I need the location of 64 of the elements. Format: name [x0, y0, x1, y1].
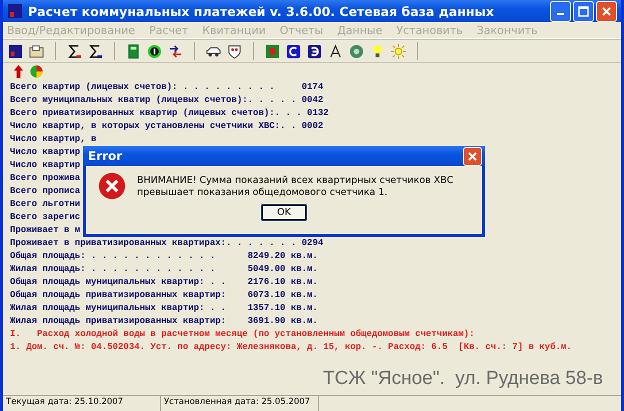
close-icon: [601, 6, 612, 16]
disc-icon[interactable]: [349, 44, 364, 58]
report-value: 8249.20 кв.м.: [248, 250, 318, 263]
arrows-icon[interactable]: [168, 44, 183, 58]
report-label: Всего муниципальных кватир (лицевых счетов):. . . . .: [10, 94, 296, 107]
minimize-button[interactable]: [550, 0, 571, 22]
report-label: Всего прожива: [10, 172, 80, 185]
report-label: Жилая площадь муниципальных квартир: . .: [10, 302, 228, 315]
window-title: Расчет коммунальных платежей v. 3.6.00. Сетевая база данных: [28, 4, 495, 18]
report-label: Число квартир, в которых установлены счетчики ХВС:. .: [10, 120, 296, 133]
up-arrow-icon[interactable]: [11, 64, 26, 78]
maximize-icon: [578, 6, 589, 16]
report-label: Общая площадь приватизированных квартир:: [10, 289, 228, 302]
status-panel: Текущая дата: 25.10.2007: [3, 396, 161, 411]
report-label: Всего зарегис: [10, 211, 80, 224]
report-value: 5049.00 кв.м.: [248, 263, 318, 276]
report-label: Число квартир: [10, 146, 80, 159]
minimize-icon: [557, 13, 564, 15]
report-label: Жилая площадь: . . . . . . . . . . . .: [10, 263, 216, 276]
font-icon[interactable]: [328, 44, 343, 58]
close-button[interactable]: [596, 0, 617, 22]
report-label: Всего квартир (лицевых счетов): . . . . . . . . .: [10, 81, 276, 94]
report-value: 0002: [302, 120, 324, 133]
app-icon: [7, 3, 23, 19]
ok-button[interactable]: OK: [261, 204, 307, 221]
report-value: 0174: [302, 81, 324, 94]
report-note: I. Расход холодной воды в расчетном месяце (по установленным общедомовым счетчикам):: [10, 328, 476, 341]
shield-icon[interactable]: [227, 44, 242, 58]
report-value: 6073.10 кв.м.: [248, 289, 318, 302]
sum-icon[interactable]: [67, 44, 82, 58]
report-label: Жилая площадь приватизированных квартир:: [10, 315, 228, 328]
report-label: Проживает в м: [10, 224, 80, 237]
error-icon: [98, 172, 126, 200]
report-value: 1357.10 кв.м.: [248, 302, 318, 315]
number-one-icon[interactable]: [147, 44, 162, 58]
sum-icon[interactable]: [88, 44, 103, 58]
letter-e-icon[interactable]: [307, 44, 322, 58]
report-label: Всего прописа: [10, 185, 80, 198]
status-panel: Установленная дата: 25.05.2007: [161, 396, 319, 411]
report-label: Всего льготни: [10, 198, 80, 211]
report-label: Общая площадь: . . . . . . . . . . . .: [10, 250, 216, 263]
letter-c-icon[interactable]: [286, 44, 301, 58]
folder-icon[interactable]: [29, 44, 44, 58]
report-value: 2176.10 кв.м.: [248, 276, 318, 289]
panel-icon[interactable]: [265, 44, 280, 58]
close-icon: [467, 150, 478, 162]
report-label: Всего приватизированных квартир (лицевых счетов):. . .: [10, 107, 302, 120]
report-value: 0042: [302, 94, 324, 107]
report-value: 3691.90 кв.м.: [248, 315, 318, 328]
report-label: Общая площадь муниципальных квартир: . .: [10, 276, 228, 289]
report-label: Число квартир, в: [10, 133, 96, 146]
report-value: 0132: [307, 107, 329, 120]
report-note: 1. Дом. сч. №: 04.502034. Уст. по адресу: Железнякова, д. 15, кор. -. Расход: 6.5 [Кв. сч.: 7] в куб.м.: [10, 341, 573, 354]
maximize-button[interactable]: [573, 0, 594, 22]
close-button[interactable]: [463, 146, 482, 166]
calculator-icon[interactable]: [126, 44, 141, 58]
dialog-title: Error: [88, 149, 122, 163]
pie-chart-icon[interactable]: [29, 64, 44, 78]
report-value: 0294: [302, 237, 324, 250]
window-icon[interactable]: [8, 44, 23, 58]
report-label: Число квартир: [10, 159, 80, 172]
caption-text: ТСЖ "Ясное". ул. Руднева 58-в: [322, 368, 603, 390]
report-label: Проживает в приватизированных квартирах:. . . . . . .: [10, 237, 296, 250]
dialog-message: ВНИМАНИЕ! Сумма показаний всех квартирных счетчиков ХВС превышает показания общедомового счетчика 1.: [137, 175, 454, 199]
